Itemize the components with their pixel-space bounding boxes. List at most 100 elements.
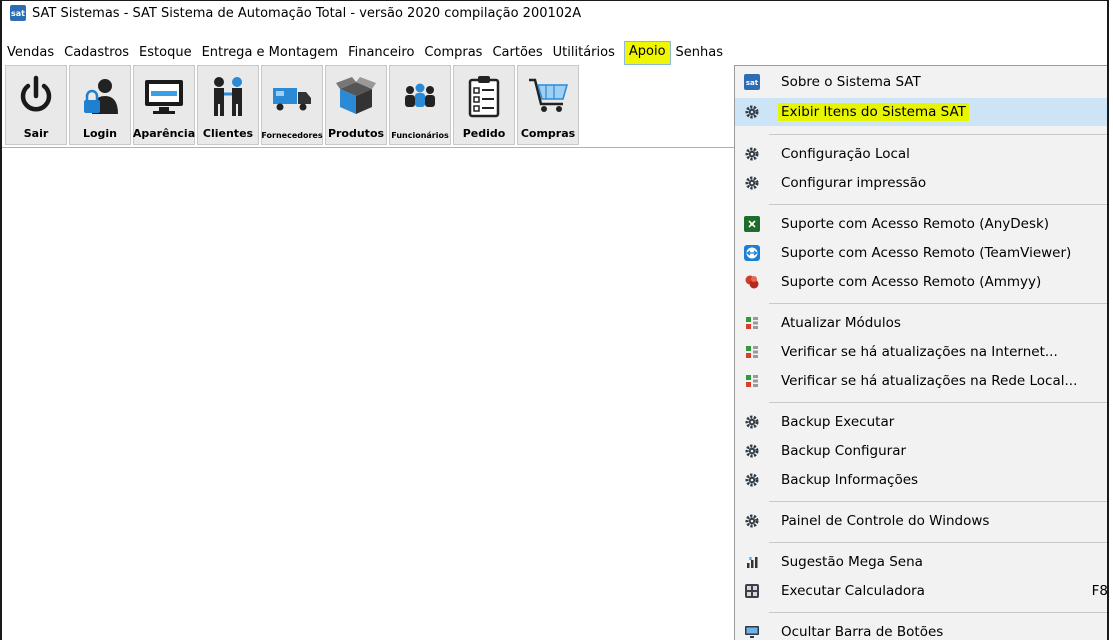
gear-icon — [743, 471, 761, 489]
menu-item-backup-configurar[interactable]: Backup Configurar — [735, 437, 1107, 465]
anydesk-icon — [743, 215, 761, 233]
menu-item-calculadora[interactable]: Executar Calculadora F8 — [735, 577, 1108, 605]
people-icon — [214, 77, 242, 116]
group-icon — [405, 83, 435, 107]
menu-estoque[interactable]: Estoque — [134, 42, 197, 64]
cart-icon — [529, 78, 568, 112]
toolbar-aparencia-button[interactable]: Aparência — [133, 65, 195, 145]
menu-item-teamviewer[interactable]: Suporte com Acesso Remoto (TeamViewer) — [735, 239, 1107, 267]
calculator-icon — [743, 582, 761, 600]
toolbar-sair-button[interactable]: Sair — [5, 65, 67, 145]
menu-separator — [769, 542, 1107, 543]
menu-separator — [769, 402, 1107, 403]
menu-item-label: Sobre o Sistema SAT — [781, 74, 921, 90]
gear-icon — [743, 442, 761, 460]
menu-item-backup-executar[interactable]: Backup Executar — [735, 408, 1107, 436]
toolbar-label: Compras — [520, 127, 576, 140]
menu-item-label: Executar Calculadora — [781, 583, 925, 599]
menu-item-label: Suporte com Acesso Remoto (TeamViewer) — [781, 245, 1072, 261]
toolbar: Sair Login Aparência Clientes Fornecedor… — [2, 65, 737, 147]
monitor-icon — [145, 80, 183, 114]
menu-compras[interactable]: Compras — [419, 42, 487, 64]
menu-item-configurar-impressao[interactable]: Configurar impressão — [735, 169, 1107, 197]
gear-icon — [743, 174, 761, 192]
toolbar-label: Aparência — [132, 127, 196, 140]
menu-item-ammyy[interactable]: Suporte com Acesso Remoto (Ammyy) — [735, 268, 1107, 296]
toolbar-label: Sair — [23, 127, 49, 140]
teamviewer-icon — [743, 244, 761, 262]
power-icon — [20, 75, 52, 112]
menu-item-ocultar-barra[interactable]: Ocultar Barra de Botões — [735, 618, 1107, 640]
menu-item-label: Configurar impressão — [781, 175, 927, 191]
toolbar-clientes-button[interactable]: Clientes — [197, 65, 259, 145]
window-title: SAT Sistemas - SAT Sistema de Automação … — [32, 5, 582, 21]
toolbar-label: Produtos — [327, 127, 385, 140]
menu-item-label: Backup Executar — [781, 414, 895, 430]
box-icon — [336, 77, 376, 114]
menu-item-mega-sena[interactable]: s Sugestão Mega Sena — [735, 548, 1107, 576]
menu-item-label: Painel de Controle do Windows — [781, 513, 990, 529]
menu-financeiro[interactable]: Financeiro — [343, 42, 419, 64]
menu-bar: Vendas Cadastros Estoque Entrega e Monta… — [2, 41, 1107, 65]
update-icon — [743, 372, 761, 390]
gear-icon — [743, 512, 761, 530]
update-icon — [743, 343, 761, 361]
toolbar-divider — [2, 147, 734, 148]
menu-item-backup-informacoes[interactable]: Backup Informações — [735, 466, 1107, 494]
menu-item-label: Atualizar Módulos — [781, 315, 901, 331]
menu-entrega-montagem[interactable]: Entrega e Montagem — [197, 42, 343, 64]
menu-senhas[interactable]: Senhas — [671, 42, 728, 64]
toolbar-label: Clientes — [202, 127, 254, 140]
menu-item-label: Suporte com Acesso Remoto (Ammyy) — [781, 274, 1042, 290]
menu-cartoes[interactable]: Cartões — [487, 42, 547, 64]
menu-cadastros[interactable]: Cadastros — [59, 42, 134, 64]
menu-vendas[interactable]: Vendas — [2, 42, 59, 64]
toolbar-produtos-button[interactable]: Produtos — [325, 65, 387, 145]
menu-item-exibir-itens[interactable]: Exibir Itens do Sistema SAT — [735, 98, 1107, 126]
menu-item-label: Backup Configurar — [781, 443, 907, 459]
app-icon: sat — [10, 5, 26, 21]
toolbar-compras-button[interactable]: Compras — [517, 65, 579, 145]
menu-item-label: Verificar se há atualizações na Internet… — [781, 344, 1058, 360]
title-bar: sat SAT Sistemas - SAT Sistema de Automa… — [2, 1, 1107, 25]
gear-icon — [743, 145, 761, 163]
menu-separator — [769, 501, 1107, 502]
menu-item-shortcut: F8 — [1091, 583, 1108, 599]
menu-separator — [769, 303, 1107, 304]
menu-separator — [769, 612, 1107, 613]
app-window: sat SAT Sistemas - SAT Sistema de Automa… — [0, 0, 1109, 640]
toolbar-label: Funcionários — [391, 131, 449, 140]
sat-icon: sat — [743, 73, 761, 91]
menu-item-label: Exibir Itens do Sistema SAT — [778, 103, 969, 121]
toolbar-funcionarios-button[interactable]: Funcionários — [389, 65, 451, 145]
menu-item-verificar-internet[interactable]: Verificar se há atualizações na Internet… — [735, 338, 1107, 366]
svg-text:sat: sat — [746, 79, 759, 87]
menu-item-configuracao-local[interactable]: Configuração Local — [735, 140, 1107, 168]
menu-item-atualizar-modulos[interactable]: Atualizar Módulos — [735, 309, 1107, 337]
toolbar-fornecedores-button[interactable]: Fornecedores — [261, 65, 323, 145]
menu-item-verificar-rede-local[interactable]: Verificar se há atualizações na Rede Loc… — [735, 367, 1107, 395]
menu-item-label: Verificar se há atualizações na Rede Loc… — [781, 373, 1078, 389]
svg-text:s: s — [749, 556, 752, 562]
menu-separator — [769, 134, 1107, 135]
menu-apoio[interactable]: Apoio — [623, 41, 671, 65]
gear-icon — [743, 103, 761, 121]
menu-item-label: Suporte com Acesso Remoto (AnyDesk) — [781, 216, 1050, 232]
menu-item-sobre-sistema[interactable]: sat Sobre o Sistema SAT — [735, 68, 1107, 96]
user-lock-icon — [84, 79, 118, 114]
toolbar-login-button[interactable]: Login — [69, 65, 131, 145]
menu-item-label: Sugestão Mega Sena — [781, 554, 923, 570]
toolbar-pedido-button[interactable]: Pedido — [453, 65, 515, 145]
screen-icon — [743, 623, 761, 640]
menu-item-painel-controle[interactable]: Painel de Controle do Windows — [735, 507, 1107, 535]
menu-item-label: Backup Informações — [781, 472, 919, 488]
toolbar-label: Pedido — [462, 127, 506, 140]
chart-icon: s — [743, 553, 761, 571]
gear-icon — [743, 413, 761, 431]
menu-item-anydesk[interactable]: Suporte com Acesso Remoto (AnyDesk) — [735, 210, 1107, 238]
update-icon — [743, 314, 761, 332]
menu-separator — [769, 204, 1107, 205]
menu-utilitarios[interactable]: Utilitários — [548, 42, 620, 64]
truck-icon — [273, 88, 311, 111]
toolbar-label: Login — [82, 127, 118, 140]
